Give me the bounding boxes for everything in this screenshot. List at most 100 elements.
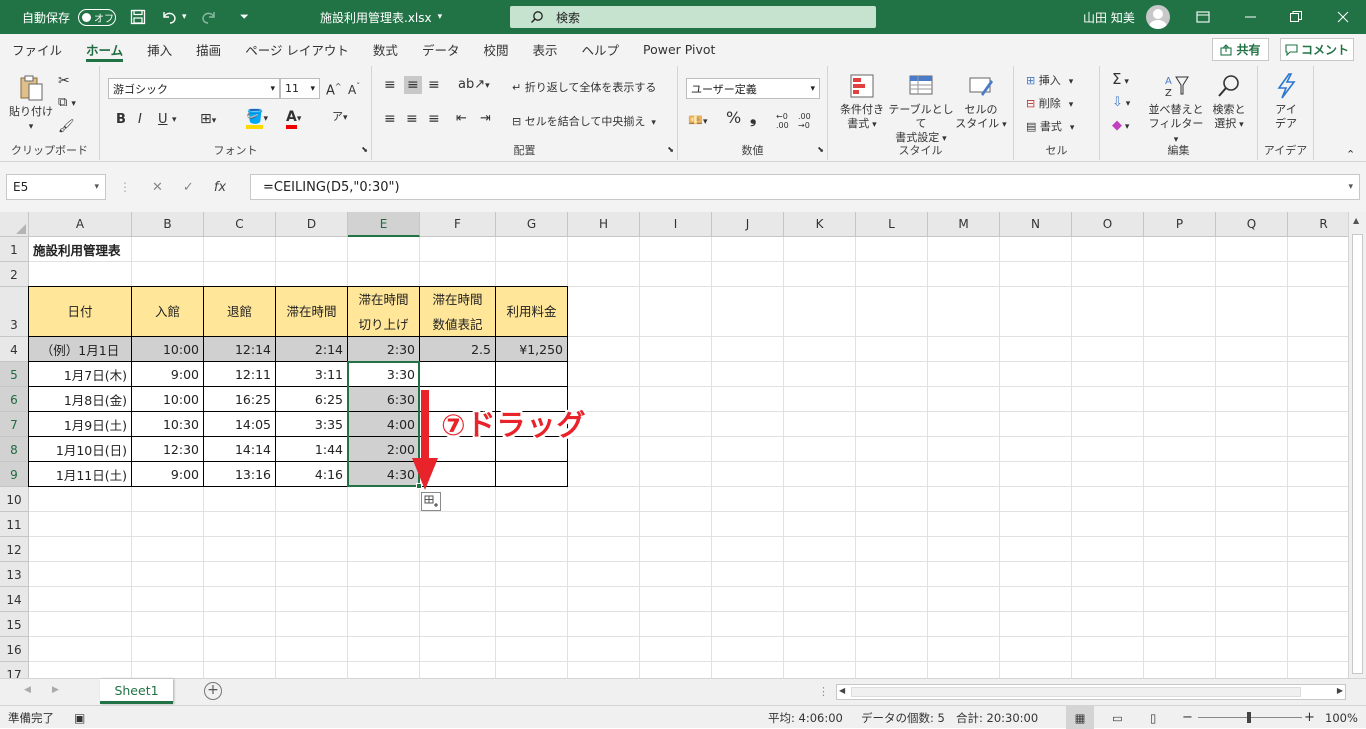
tab-formulas[interactable]: 数式 <box>361 34 410 64</box>
table-cell[interactable]: 1月10日(日) <box>28 436 132 462</box>
vertical-scrollbar[interactable]: ▲ <box>1348 212 1366 678</box>
formula-input[interactable]: =CEILING(D5,"0:30") ▾ <box>250 174 1360 200</box>
column-header-a[interactable]: A <box>29 212 132 237</box>
table-header-cell[interactable]: 滞在時間 <box>275 286 348 337</box>
row-header-4[interactable]: 4 <box>0 337 29 362</box>
decrease-decimal-icon[interactable]: .00 →0 <box>798 112 811 130</box>
tab-review[interactable]: 校閲 <box>471 34 520 64</box>
scroll-left-icon[interactable]: ◀ <box>839 686 845 695</box>
status-count[interactable]: データの個数: 5 <box>861 706 945 729</box>
clear-icon[interactable]: ◆ ▾ <box>1112 119 1129 134</box>
save-icon[interactable] <box>130 0 146 34</box>
table-header-cell[interactable]: 入館 <box>131 286 204 337</box>
border-icon[interactable]: ⊞▾ <box>200 112 216 128</box>
status-sum[interactable]: 合計: 20:30:00 <box>956 706 1038 729</box>
table-header-cell[interactable]: 退館 <box>203 286 276 337</box>
row-header-2[interactable]: 2 <box>0 262 29 287</box>
table-header-cell[interactable]: 滞在時間 数値表記 <box>419 286 496 337</box>
align-top-icon[interactable]: ≡ <box>384 78 396 92</box>
redo-icon[interactable] <box>200 0 218 34</box>
table-cell[interactable]: 12:30 <box>131 436 204 462</box>
zoom-out-icon[interactable]: − <box>1182 706 1193 729</box>
conditional-format-button[interactable]: 条件付き 書式 ▾ <box>834 72 890 132</box>
align-right-icon[interactable]: ≡ <box>428 112 440 126</box>
table-header-cell[interactable]: 日付 <box>28 286 132 337</box>
align-left-icon[interactable]: ≡ <box>384 112 396 126</box>
autosum-icon[interactable]: Σ ▾ <box>1112 72 1129 89</box>
number-dialog-icon[interactable]: ⬊ <box>817 143 824 157</box>
page-layout-view-icon[interactable]: ▭ <box>1112 706 1123 729</box>
table-cell[interactable] <box>495 361 568 387</box>
table-cell[interactable]: 3:35 <box>275 411 348 437</box>
table-cell[interactable]: 12:11 <box>203 361 276 387</box>
format-painter-icon[interactable]: 🖌 <box>58 120 75 134</box>
row-header-10[interactable]: 10 <box>0 487 29 512</box>
cancel-icon[interactable]: ✕ <box>152 180 163 195</box>
zoom-level[interactable]: 100% <box>1325 706 1358 729</box>
table-cell[interactable]: 10:00 <box>131 386 204 412</box>
tab-split-grip-icon[interactable]: ⋮ <box>818 685 829 698</box>
vertical-scroll-thumb[interactable] <box>1352 234 1363 674</box>
scroll-up-icon[interactable]: ▲ <box>1353 216 1359 225</box>
cut-icon[interactable]: ✂ <box>58 74 70 88</box>
row-header-8[interactable]: 8 <box>0 437 29 462</box>
horizontal-scrollbar[interactable]: ◀ ▶ <box>836 684 1346 700</box>
table-cell[interactable]: 2:14 <box>275 336 348 362</box>
underline-button[interactable]: U <box>158 113 168 127</box>
align-center-icon[interactable]: ≡ <box>406 112 418 126</box>
select-all-corner[interactable] <box>0 212 29 237</box>
table-cell[interactable]: 9:00 <box>131 361 204 387</box>
name-box[interactable]: E5 ▾ <box>6 174 106 200</box>
find-select-button[interactable]: 検索と 選択 ▾ <box>1206 72 1252 132</box>
tab-page-layout[interactable]: ページ レイアウト <box>233 34 361 64</box>
sheet-tab-sheet1[interactable]: Sheet1 <box>100 679 173 704</box>
column-header-m[interactable]: M <box>928 212 1000 237</box>
column-header-c[interactable]: C <box>204 212 276 237</box>
format-as-table-button[interactable]: テーブルとして 書式設定 ▾ <box>886 72 956 146</box>
row-header-15[interactable]: 15 <box>0 612 29 637</box>
zoom-slider-thumb[interactable] <box>1247 712 1251 723</box>
column-header-k[interactable]: K <box>784 212 856 237</box>
table-cell[interactable]: 2.5 <box>419 336 496 362</box>
column-header-p[interactable]: P <box>1144 212 1216 237</box>
page-break-view-icon[interactable]: ▯ <box>1150 706 1156 729</box>
search-box[interactable]: 検索 <box>510 6 876 28</box>
tab-draw[interactable]: 描画 <box>184 34 233 64</box>
table-cell[interactable]: 2:30 <box>347 336 420 362</box>
table-cell[interactable]: 1月8日(金) <box>28 386 132 412</box>
format-cells-button[interactable]: ▤ 書式 ▾ <box>1026 120 1074 135</box>
ideas-button[interactable]: アイ デア <box>1264 72 1308 131</box>
autosave-toggle[interactable]: オフ <box>78 0 116 34</box>
share-button[interactable]: 共有 <box>1212 38 1269 61</box>
table-cell[interactable]: 13:16 <box>203 461 276 487</box>
tab-file[interactable]: ファイル <box>0 34 74 64</box>
delete-cells-button[interactable]: ⊟ 削除 ▾ <box>1026 97 1073 112</box>
restore-icon[interactable] <box>1290 0 1302 34</box>
user-avatar[interactable] <box>1146 5 1170 29</box>
customize-qat-icon[interactable]: ⏷ <box>240 0 249 34</box>
table-cell[interactable]: （例）1月1日 <box>28 336 132 362</box>
prev-sheet-icon[interactable]: ◀ <box>24 685 31 695</box>
fill-color-icon[interactable]: 🪣▾ <box>246 109 268 129</box>
copy-icon[interactable]: ⧉ ▾ <box>58 96 76 111</box>
insert-function-icon[interactable]: fx <box>214 180 226 195</box>
table-cell[interactable]: ¥1,250 <box>495 336 568 362</box>
column-header-j[interactable]: J <box>712 212 784 237</box>
column-header-b[interactable]: B <box>132 212 204 237</box>
table-cell[interactable]: 10:00 <box>131 336 204 362</box>
zoom-in-icon[interactable]: + <box>1304 706 1315 729</box>
decrease-font-icon[interactable]: Aˇ <box>348 80 360 97</box>
sort-filter-button[interactable]: AZ 並べ替えと フィルター ▾ <box>1146 72 1206 147</box>
tab-power-pivot[interactable]: Power Pivot <box>631 34 727 64</box>
table-cell[interactable]: 1月9日(土) <box>28 411 132 437</box>
table-cell[interactable]: 12:14 <box>203 336 276 362</box>
font-name-select[interactable]: 游ゴシック ▾ <box>108 78 280 99</box>
row-header-12[interactable]: 12 <box>0 537 29 562</box>
column-header-o[interactable]: O <box>1072 212 1144 237</box>
table-header-cell[interactable]: 利用料金 <box>495 286 568 337</box>
table-cell[interactable] <box>419 361 496 387</box>
spreadsheet-grid[interactable]: A B C D E F G H I J K L M N O P Q R 1 2 3 4 5 6 7 8 9 10 11 12 13 14 15 1… <box>0 212 1348 678</box>
font-color-icon[interactable]: A▾ <box>286 109 301 129</box>
phonetic-icon[interactable]: ア▾ <box>332 110 348 125</box>
increase-indent-icon[interactable]: ⇥ <box>480 112 491 126</box>
